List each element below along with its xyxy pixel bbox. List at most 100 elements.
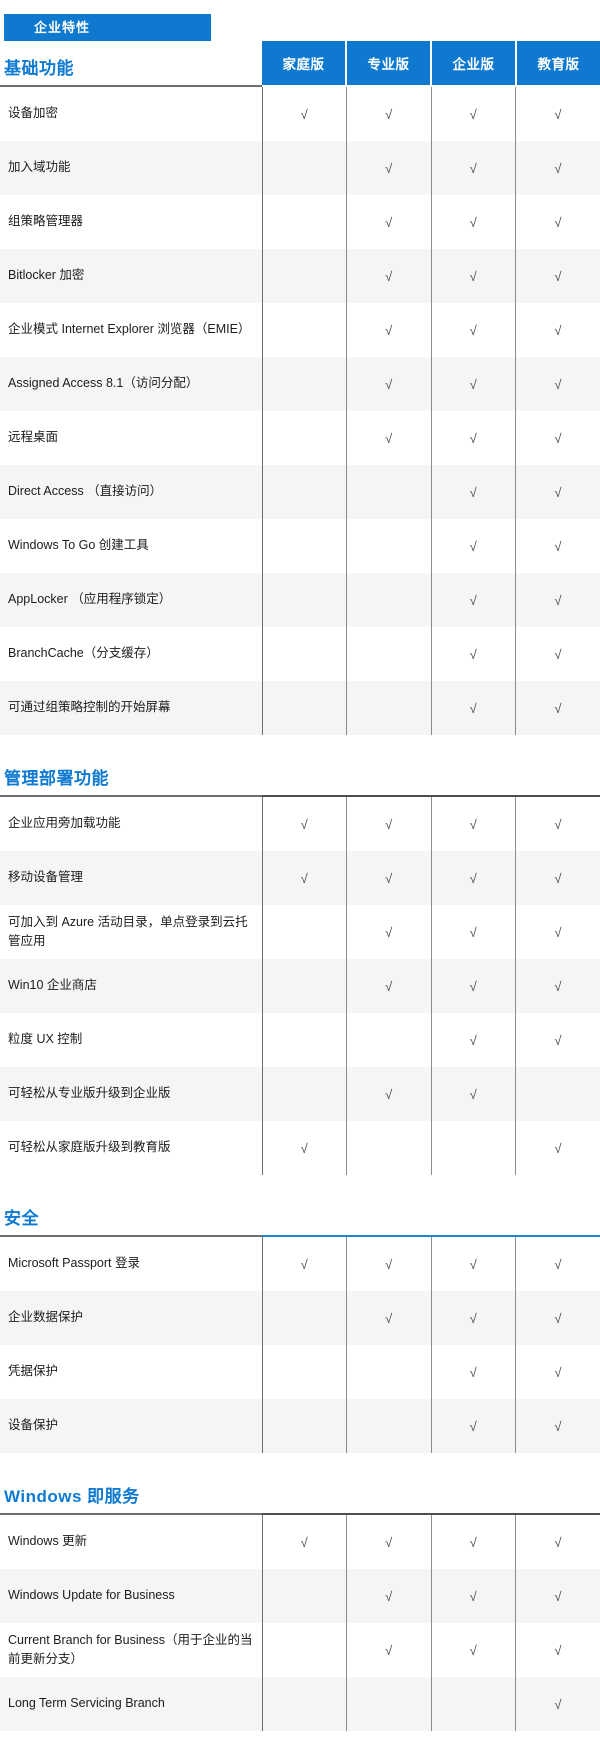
feature-label: AppLocker （应用程序锁定） (0, 573, 262, 627)
feature-label: 设备保护 (0, 1399, 262, 1453)
feature-availability-cell: √ (516, 1237, 600, 1291)
feature-availability-cell: √ (516, 141, 600, 195)
feature-availability-cell: √ (262, 87, 347, 141)
feature-label: Bitlocker 加密 (0, 249, 262, 303)
feature-availability-cell (431, 1121, 516, 1175)
feature-label: Long Term Servicing Branch (0, 1677, 262, 1731)
feature-availability-cell: √ (262, 1237, 347, 1291)
feature-label: Win10 企业商店 (0, 959, 262, 1013)
feature-availability-cell (262, 573, 347, 627)
feature-availability-cell (262, 1067, 347, 1121)
feature-availability-cell: √ (431, 519, 516, 573)
table-top-rule (0, 85, 600, 87)
table-row: BranchCache（分支缓存）√√ (0, 627, 600, 681)
table-row: 可轻松从专业版升级到企业版√√ (0, 1067, 600, 1121)
feature-availability-cell: √ (516, 627, 600, 681)
feature-availability-cell: √ (431, 573, 516, 627)
feature-label: 组策略管理器 (0, 195, 262, 249)
feature-availability-cell (262, 1013, 347, 1067)
table-row: Microsoft Passport 登录√√√√ (0, 1237, 600, 1291)
feature-availability-cell: √ (516, 1515, 600, 1569)
feature-availability-cell: √ (516, 851, 600, 905)
table-top-rule (0, 795, 600, 797)
table-row: 组策略管理器√√√ (0, 195, 600, 249)
rule-right (262, 1513, 600, 1515)
feature-availability-cell: √ (262, 1515, 347, 1569)
feature-availability-cell (347, 1013, 432, 1067)
feature-availability-cell (262, 519, 347, 573)
feature-availability-cell: √ (516, 905, 600, 959)
section-spacer (0, 735, 600, 751)
column-header-row: 家庭版专业版企业版教育版 (262, 41, 600, 85)
table-row: 设备加密√√√√ (0, 87, 600, 141)
feature-availability-cell: √ (516, 357, 600, 411)
feature-availability-cell: √ (431, 1623, 516, 1677)
feature-availability-cell: √ (347, 1623, 432, 1677)
section-header: 管理部署功能 (0, 751, 600, 795)
table-row: 设备保护√√ (0, 1399, 600, 1453)
section: Windows 即服务Windows 更新√√√√Windows Update … (0, 1469, 600, 1747)
feature-availability-cell (431, 1677, 516, 1731)
column-header-1: 家庭版 (262, 41, 345, 85)
feature-availability-cell: √ (431, 1569, 516, 1623)
enterprise-features-banner-wrap: 企业特性 (0, 0, 600, 41)
table-row: 企业模式 Internet Explorer 浏览器（EMIE）√√√ (0, 303, 600, 357)
feature-label: Windows 更新 (0, 1515, 262, 1569)
feature-availability-cell (516, 1067, 600, 1121)
feature-availability-cell (262, 1569, 347, 1623)
feature-availability-cell: √ (431, 249, 516, 303)
feature-label: 企业应用旁加载功能 (0, 797, 262, 851)
feature-availability-cell: √ (516, 519, 600, 573)
table-row: Win10 企业商店√√√ (0, 959, 600, 1013)
feature-availability-cell: √ (262, 797, 347, 851)
feature-availability-cell (262, 357, 347, 411)
table-row: 移动设备管理√√√√ (0, 851, 600, 905)
rule-right (262, 85, 600, 87)
feature-availability-cell (347, 519, 432, 573)
section-title: 管理部署功能 (4, 764, 109, 789)
feature-availability-cell: √ (347, 249, 432, 303)
feature-availability-cell: √ (431, 195, 516, 249)
section: 安全Microsoft Passport 登录√√√√企业数据保护√√√凭据保护… (0, 1191, 600, 1469)
feature-availability-cell: √ (431, 1399, 516, 1453)
feature-availability-cell (347, 1677, 432, 1731)
column-header-4: 教育版 (515, 41, 600, 85)
feature-availability-cell: √ (431, 141, 516, 195)
feature-availability-cell (262, 1623, 347, 1677)
section-spacer (0, 1453, 600, 1469)
feature-availability-cell: √ (347, 411, 432, 465)
feature-availability-cell: √ (347, 141, 432, 195)
feature-availability-cell: √ (431, 465, 516, 519)
feature-label: Windows Update for Business (0, 1569, 262, 1623)
feature-label: Windows To Go 创建工具 (0, 519, 262, 573)
feature-availability-cell (262, 905, 347, 959)
feature-availability-cell: √ (516, 1121, 600, 1175)
feature-availability-cell: √ (516, 1623, 600, 1677)
feature-availability-cell: √ (516, 195, 600, 249)
feature-label: Microsoft Passport 登录 (0, 1237, 262, 1291)
feature-availability-cell: √ (431, 357, 516, 411)
feature-availability-cell: √ (516, 87, 600, 141)
feature-availability-cell: √ (431, 851, 516, 905)
feature-availability-cell: √ (516, 1677, 600, 1731)
sections-container: 基础功能家庭版专业版企业版教育版设备加密√√√√加入域功能√√√组策略管理器√√… (0, 41, 600, 1747)
feature-label: 凭据保护 (0, 1345, 262, 1399)
table-top-rule (0, 1513, 600, 1515)
feature-label: 远程桌面 (0, 411, 262, 465)
feature-availability-cell: √ (516, 681, 600, 735)
table-row: Long Term Servicing Branch √ (0, 1677, 600, 1731)
section: 管理部署功能企业应用旁加载功能√√√√移动设备管理√√√√可加入到 Azure … (0, 751, 600, 1191)
feature-availability-cell (347, 465, 432, 519)
feature-table: 企业应用旁加载功能√√√√移动设备管理√√√√可加入到 Azure 活动目录，单… (0, 797, 600, 1175)
feature-availability-cell: √ (516, 959, 600, 1013)
feature-availability-cell: √ (431, 303, 516, 357)
table-row: 企业数据保护√√√ (0, 1291, 600, 1345)
feature-label: 加入域功能 (0, 141, 262, 195)
feature-availability-cell: √ (431, 411, 516, 465)
column-header-2: 专业版 (345, 41, 430, 85)
feature-label: 企业数据保护 (0, 1291, 262, 1345)
table-row: 可通过组策略控制的开始屏幕√√ (0, 681, 600, 735)
feature-label: Assigned Access 8.1（访问分配） (0, 357, 262, 411)
feature-label: 可轻松从专业版升级到企业版 (0, 1067, 262, 1121)
feature-availability-cell: √ (431, 905, 516, 959)
